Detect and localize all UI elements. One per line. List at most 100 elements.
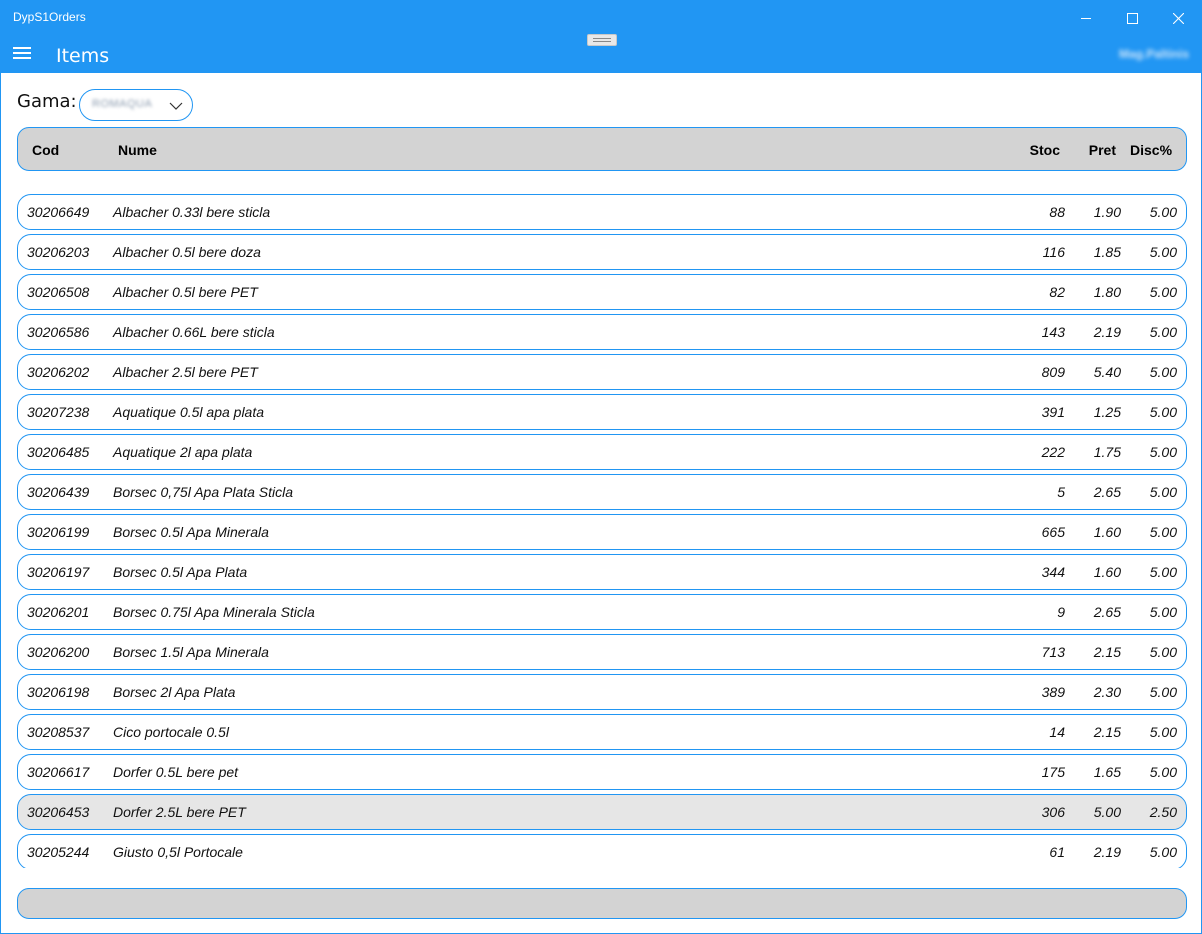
cell-cod: 30206201: [27, 604, 90, 620]
cell-disc: 5.00: [1149, 724, 1177, 740]
cell-stoc: 175: [1041, 764, 1065, 780]
app-window: DypS1Orders Items Mag.Paltinis Gama: ROM…: [0, 0, 1202, 934]
cell-pret: 1.80: [1093, 284, 1121, 300]
close-button[interactable]: [1155, 1, 1201, 35]
hamburger-icon: [13, 57, 31, 59]
table-row[interactable]: 30206649 Albacher 0.33l bere sticla 88 1…: [17, 194, 1187, 230]
table-row[interactable]: 30206586 Albacher 0.66L bere sticla 143 …: [17, 314, 1187, 350]
cell-stoc: 222: [1041, 444, 1065, 460]
cell-cod: 30206453: [27, 804, 90, 820]
cell-pret: 1.60: [1093, 524, 1121, 540]
chevron-down-icon: [169, 102, 183, 110]
cell-nume: Aquatique 2l apa plata: [113, 444, 253, 460]
table-row[interactable]: 30206439 Borsec 0,75l Apa Plata Sticla 5…: [17, 474, 1187, 510]
cell-disc: 5.00: [1149, 204, 1177, 220]
cell-nume: Albacher 0.33l bere sticla: [113, 204, 271, 220]
gama-label: Gama:: [17, 91, 77, 112]
table-row[interactable]: 30206199 Borsec 0.5l Apa Minerala 665 1.…: [17, 514, 1187, 550]
cell-nume: Borsec 2l Apa Plata: [113, 684, 236, 700]
cell-stoc: 306: [1041, 804, 1065, 820]
cell-nume: Dorfer 0.5L bere pet: [113, 764, 239, 780]
table-row[interactable]: 30206508 Albacher 0.5l bere PET 82 1.80 …: [17, 274, 1187, 310]
items-list[interactable]: 30206649 Albacher 0.33l bere sticla 88 1…: [17, 194, 1187, 868]
cell-disc: 5.00: [1149, 364, 1177, 380]
cell-disc: 5.00: [1149, 244, 1177, 260]
cell-pret: 1.85: [1093, 244, 1121, 260]
header-disc[interactable]: Disc%: [1130, 142, 1186, 158]
table-row[interactable]: 30208537 Cico portocale 0.5l 14 2.15 5.0…: [17, 714, 1187, 750]
table-row[interactable]: 30206200 Borsec 1.5l Apa Minerala 713 2.…: [17, 634, 1187, 670]
cell-pret: 2.30: [1093, 684, 1121, 700]
table-row[interactable]: 30205244 Giusto 0,5l Portocale 61 2.19 5…: [17, 834, 1187, 868]
drag-handle[interactable]: [587, 34, 617, 46]
gama-selected-value: ROMAQUA: [92, 98, 153, 110]
cell-pret: 1.75: [1093, 444, 1121, 460]
cell-stoc: 14: [1049, 724, 1065, 740]
cell-disc: 5.00: [1149, 564, 1177, 580]
cell-cod: 30206198: [27, 684, 90, 700]
minimize-button[interactable]: [1063, 1, 1109, 35]
cell-cod: 30206202: [27, 364, 90, 380]
table-row[interactable]: 30206485 Aquatique 2l apa plata 222 1.75…: [17, 434, 1187, 470]
cell-stoc: 344: [1041, 564, 1065, 580]
table-row[interactable]: 30206203 Albacher 0.5l bere doza 116 1.8…: [17, 234, 1187, 270]
cell-disc: 5.00: [1149, 524, 1177, 540]
cell-pret: 1.65: [1093, 764, 1121, 780]
cell-pret: 5.00: [1093, 804, 1121, 820]
header-nume[interactable]: Nume: [118, 142, 157, 158]
cell-pret: 2.65: [1093, 604, 1121, 620]
hamburger-icon: [13, 52, 31, 54]
cell-nume: Cico portocale 0.5l: [113, 724, 229, 740]
table-row[interactable]: 30206198 Borsec 2l Apa Plata 389 2.30 5.…: [17, 674, 1187, 710]
cell-nume: Albacher 0.66L bere sticla: [113, 324, 275, 340]
table-row[interactable]: 30207238 Aquatique 0.5l apa plata 391 1.…: [17, 394, 1187, 430]
cell-cod: 30206485: [27, 444, 90, 460]
cell-disc: 5.00: [1149, 604, 1177, 620]
header-stoc[interactable]: Stoc: [1030, 142, 1060, 158]
footer-bar: [17, 888, 1187, 919]
table-row[interactable]: 30206202 Albacher 2.5l bere PET 809 5.40…: [17, 354, 1187, 390]
cell-cod: 30206200: [27, 644, 90, 660]
cell-cod: 30205244: [27, 844, 90, 860]
cell-disc: 5.00: [1149, 684, 1177, 700]
cell-nume: Albacher 2.5l bere PET: [113, 364, 258, 380]
table-row[interactable]: 30206617 Dorfer 0.5L bere pet 175 1.65 5…: [17, 754, 1187, 790]
cell-disc: 5.00: [1149, 444, 1177, 460]
cell-pret: 2.15: [1093, 644, 1121, 660]
table-row-selected[interactable]: 30206453 Dorfer 2.5L bere PET 306 5.00 2…: [17, 794, 1187, 830]
cell-cod: 30208537: [27, 724, 90, 740]
cell-disc: 2.50: [1149, 804, 1177, 820]
maximize-button[interactable]: [1109, 1, 1155, 35]
table-row[interactable]: 30206197 Borsec 0.5l Apa Plata 344 1.60 …: [17, 554, 1187, 590]
cell-stoc: 5: [1057, 484, 1065, 500]
cell-nume: Dorfer 2.5L bere PET: [113, 804, 246, 820]
table-row[interactable]: 30206201 Borsec 0.75l Apa Minerala Sticl…: [17, 594, 1187, 630]
cell-cod: 30206508: [27, 284, 90, 300]
title-bar[interactable]: DypS1Orders Items Mag.Paltinis: [1, 1, 1201, 73]
cell-pret: 2.65: [1093, 484, 1121, 500]
cell-nume: Borsec 1.5l Apa Minerala: [113, 644, 269, 660]
cell-nume: Albacher 0.5l bere PET: [113, 284, 258, 300]
cell-nume: Borsec 0.75l Apa Minerala Sticla: [113, 604, 315, 620]
cell-disc: 5.00: [1149, 284, 1177, 300]
cell-disc: 5.00: [1149, 484, 1177, 500]
close-icon: [1172, 12, 1184, 24]
cell-pret: 2.19: [1093, 844, 1121, 860]
page-title: Items: [56, 45, 110, 67]
minimize-icon: [1080, 17, 1091, 19]
cell-stoc: 88: [1049, 204, 1065, 220]
header-pret[interactable]: Pret: [1089, 142, 1116, 158]
menu-button[interactable]: [13, 47, 31, 61]
cell-stoc: 116: [1042, 244, 1065, 260]
cell-disc: 5.00: [1149, 844, 1177, 860]
cell-nume: Aquatique 0.5l apa plata: [113, 404, 265, 420]
hamburger-icon: [13, 47, 31, 49]
cell-disc: 5.00: [1149, 404, 1177, 420]
cell-cod: 30206439: [27, 484, 90, 500]
cell-disc: 5.00: [1149, 644, 1177, 660]
gama-dropdown[interactable]: ROMAQUA: [79, 89, 193, 121]
cell-stoc: 809: [1041, 364, 1065, 380]
cell-cod: 30207238: [27, 404, 90, 420]
header-cod[interactable]: Cod: [32, 142, 59, 158]
cell-nume: Borsec 0,75l Apa Plata Sticla: [113, 484, 294, 500]
